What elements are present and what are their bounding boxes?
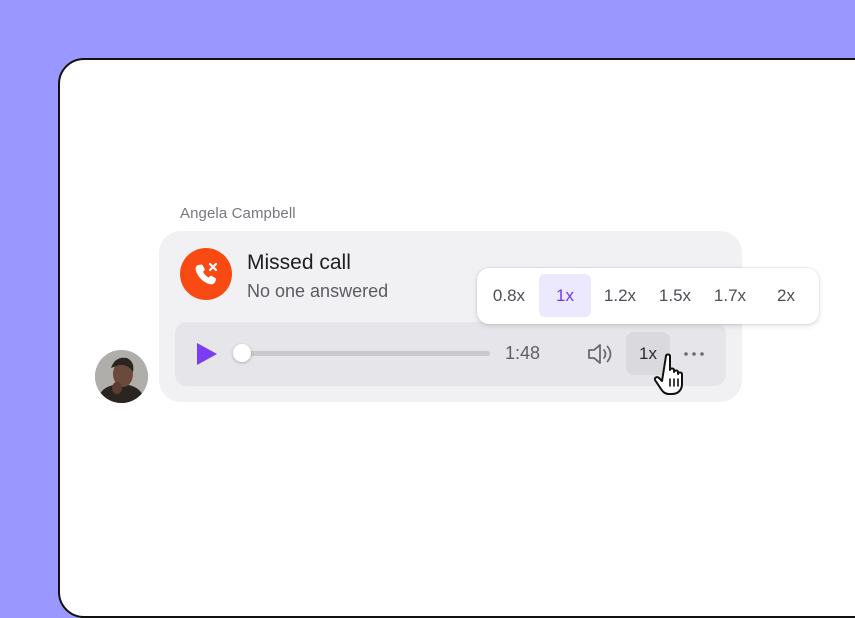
play-icon <box>197 343 217 365</box>
speaker-icon <box>588 344 612 364</box>
speed-menu: 0.8x 1x 1.2x 1.5x 1.7x 2x <box>477 268 819 324</box>
phone-missed-icon <box>180 248 232 300</box>
speed-option[interactable]: 1.2x <box>594 274 646 317</box>
sender-name: Angela Campbell <box>180 205 296 222</box>
speed-option[interactable]: 1.7x <box>704 274 756 317</box>
volume-button[interactable] <box>586 341 616 367</box>
speed-option[interactable]: 2x <box>760 274 812 317</box>
message-title: Missed call <box>247 251 351 274</box>
message-subtitle: No one answered <box>247 281 389 301</box>
progress-thumb[interactable] <box>233 344 251 362</box>
speed-option-selected[interactable]: 1x <box>539 274 591 317</box>
speed-option[interactable]: 0.8x <box>481 274 537 317</box>
speed-option[interactable]: 1.5x <box>649 274 701 317</box>
hand-pointer-cursor-icon <box>653 352 698 400</box>
progress-track[interactable] <box>240 351 490 356</box>
duration-label: 1:48 <box>505 343 541 363</box>
avatar[interactable] <box>95 350 148 403</box>
play-button[interactable] <box>193 340 221 368</box>
